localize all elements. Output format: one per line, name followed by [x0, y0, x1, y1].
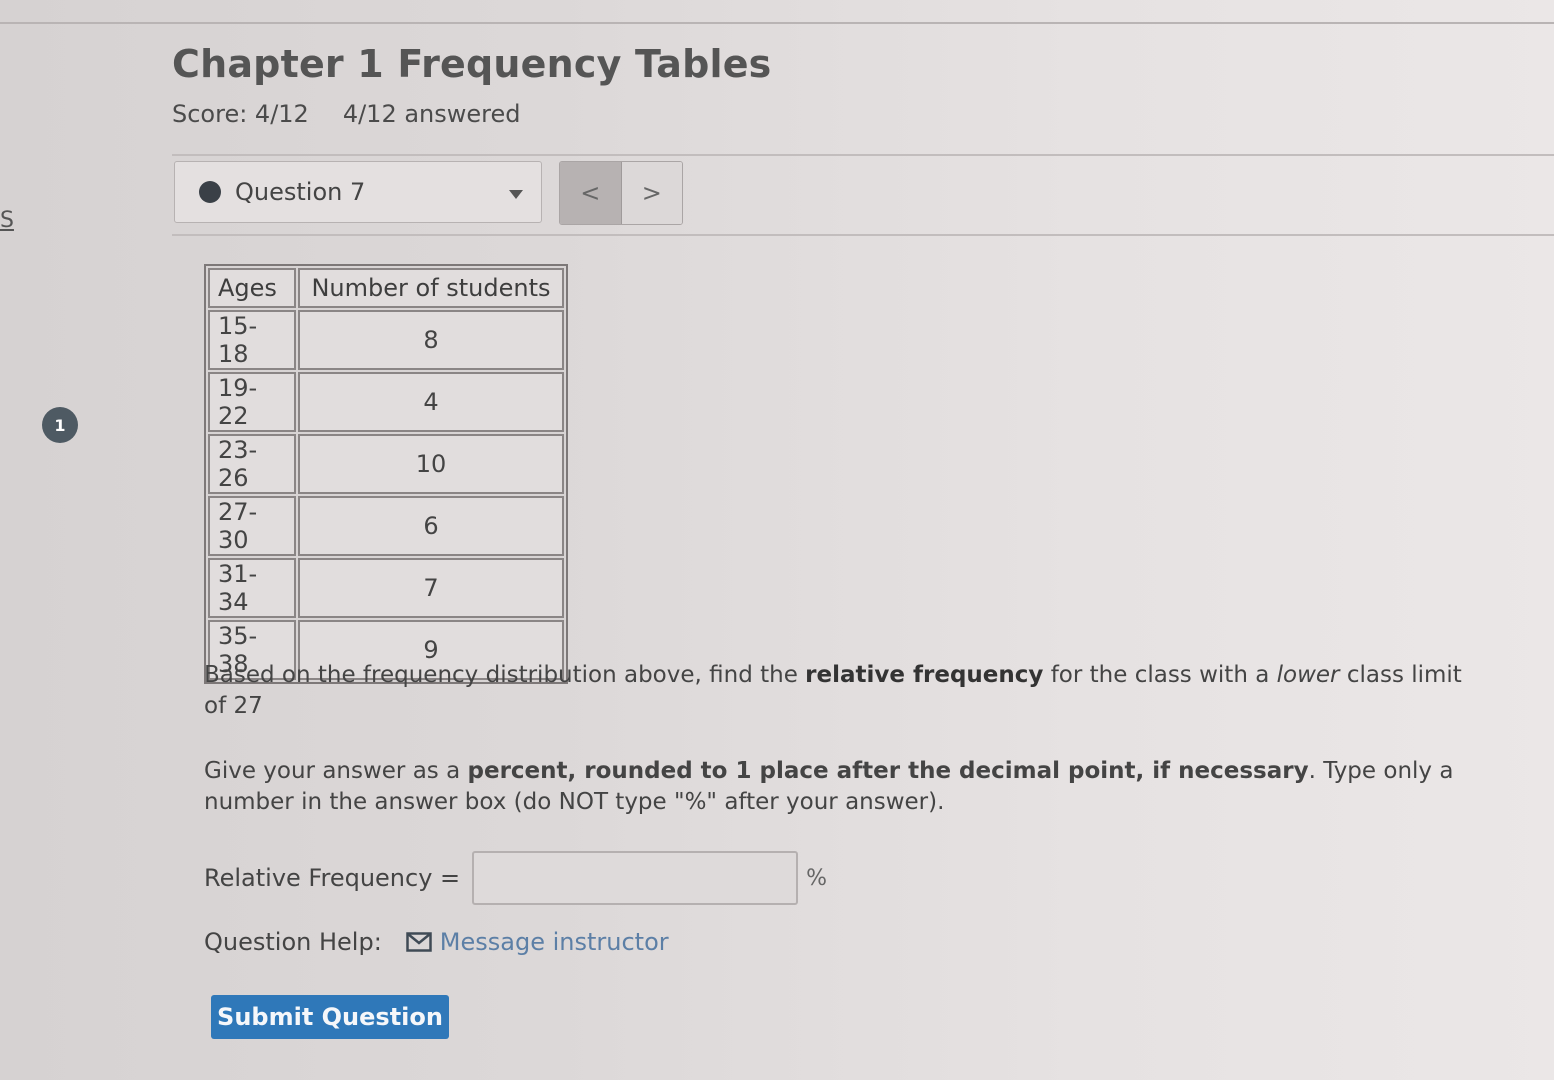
chevron-down-icon — [509, 190, 523, 199]
relative-frequency-input[interactable] — [472, 851, 799, 905]
table-cell-age: 23-26 — [208, 434, 296, 494]
answer-instructions: Give your answer as a percent, rounded t… — [204, 756, 1464, 818]
question-help: Question Help: Message instructor — [204, 928, 669, 956]
question-prompt: Based on the frequency distribution abov… — [204, 660, 1464, 722]
next-question-button[interactable]: > — [621, 162, 682, 224]
table-cell-count: 10 — [298, 434, 564, 494]
percent-unit: % — [806, 865, 828, 891]
message-instructor-link[interactable]: Message instructor — [440, 928, 669, 956]
score-text: Score: 4/12 — [172, 100, 309, 128]
page-title: Chapter 1 Frequency Tables — [172, 42, 772, 86]
table-header-ages: Ages — [208, 268, 296, 308]
prompt-text: Based on the frequency distribution abov… — [204, 662, 806, 688]
table-header-students: Number of students — [298, 268, 564, 308]
question-count-badge[interactable]: 1 — [42, 407, 78, 443]
prompt-text: for the class with a — [1043, 662, 1277, 688]
top-divider — [0, 22, 1554, 24]
table-cell-count: 6 — [298, 496, 564, 556]
table-header-row: Ages Number of students — [208, 268, 564, 308]
answer-label: Relative Frequency = — [204, 864, 461, 892]
table-cell-count: 8 — [298, 310, 564, 370]
sidebar-letter[interactable]: S — [0, 208, 14, 233]
instructions-bold: percent, rounded to 1 place after the de… — [467, 758, 1309, 784]
answer-row: Relative Frequency = % — [204, 850, 827, 906]
table-cell-age: 19-22 — [208, 372, 296, 432]
table-cell-count: 4 — [298, 372, 564, 432]
table-row: 15-18 8 — [208, 310, 564, 370]
help-label: Question Help: — [204, 928, 382, 956]
table-row: 31-34 7 — [208, 558, 564, 618]
table-cell-count: 7 — [298, 558, 564, 618]
submit-question-button[interactable]: Submit Question — [211, 995, 449, 1039]
question-dropdown[interactable]: Question 7 — [174, 161, 542, 223]
mail-icon[interactable] — [406, 931, 432, 953]
instructions-text: Give your answer as a — [204, 758, 468, 784]
table-row: 27-30 6 — [208, 496, 564, 556]
frequency-table: Ages Number of students 15-18 8 19-22 4 … — [204, 264, 568, 684]
score-line: Score: 4/12 4/12 answered — [172, 100, 521, 128]
table-cell-age: 27-30 — [208, 496, 296, 556]
question-dropdown-label: Question 7 — [235, 178, 366, 206]
table-row: 23-26 10 — [208, 434, 564, 494]
table-row: 19-22 4 — [208, 372, 564, 432]
question-status-dot-icon — [199, 181, 221, 203]
question-pager: < > — [559, 161, 683, 225]
table-cell-age: 31-34 — [208, 558, 296, 618]
prompt-bold-term: relative frequency — [805, 662, 1044, 688]
nav-divider-top — [172, 154, 1554, 156]
previous-question-button[interactable]: < — [560, 162, 622, 224]
nav-divider-bottom — [172, 234, 1554, 236]
answered-text: 4/12 answered — [342, 100, 521, 128]
prompt-italic-term: lower — [1276, 662, 1340, 688]
table-cell-age: 15-18 — [208, 310, 296, 370]
